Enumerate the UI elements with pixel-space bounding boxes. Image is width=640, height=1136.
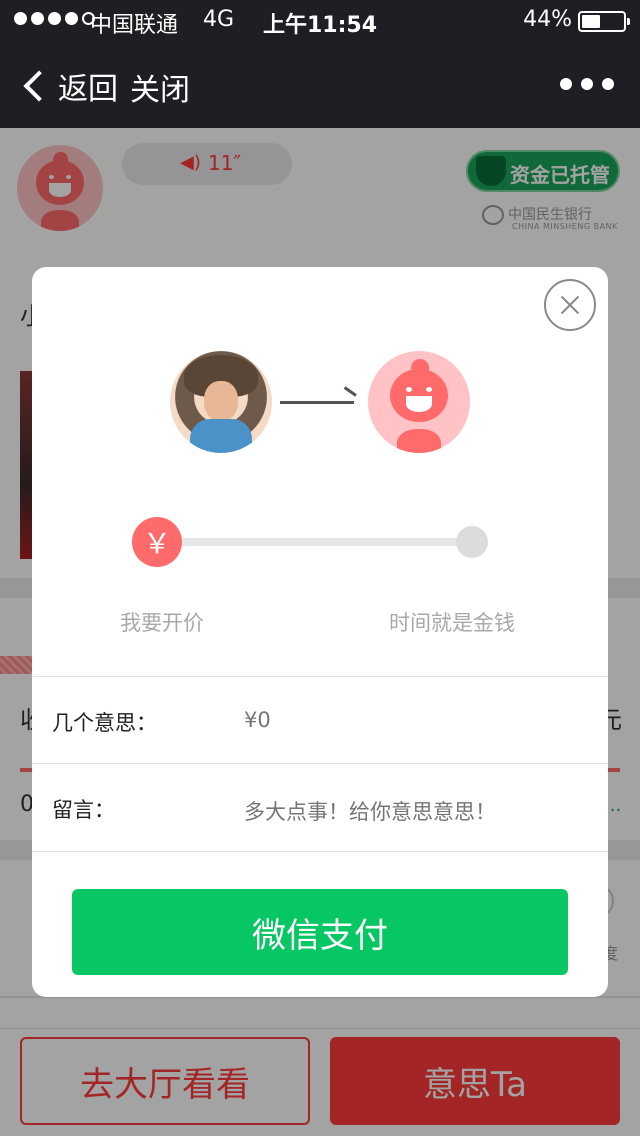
close-icon[interactable] [544,279,596,331]
slider-label-right: 时间就是金钱 [389,611,515,635]
divider [32,851,608,852]
price-slider-knob[interactable]: ￥ [132,517,182,567]
user-avatar [170,351,272,453]
arrow-right-icon [280,401,354,404]
divider [32,763,608,764]
status-bar: 中国联通 4G 上午11:54 44% [0,0,640,40]
slider-label-left: 我要开价 [120,611,204,635]
nav-bar: 返回 关闭 [0,40,640,128]
recipient-avatar [368,351,470,453]
message-input[interactable] [244,800,584,824]
back-label: 返回 [58,72,118,107]
slider-end-marker [456,526,488,558]
divider [32,676,608,677]
wechat-pay-button[interactable]: 微信支付 [72,889,568,975]
amount-label: 几个意思： [52,711,157,735]
tip-modal: ￥ 我要开价 时间就是金钱 几个意思： 留言： 微信支付 [32,267,608,997]
close-page-button[interactable]: 关闭 [130,65,190,109]
more-dots-icon[interactable] [560,78,614,90]
message-label: 留言： [52,798,115,822]
back-button[interactable]: 返回 [20,64,118,108]
amount-input[interactable] [244,708,584,732]
chevron-left-icon [23,70,55,102]
price-slider-track[interactable] [156,538,486,546]
battery-icon [578,11,630,32]
battery-percent: 44% [523,7,572,32]
